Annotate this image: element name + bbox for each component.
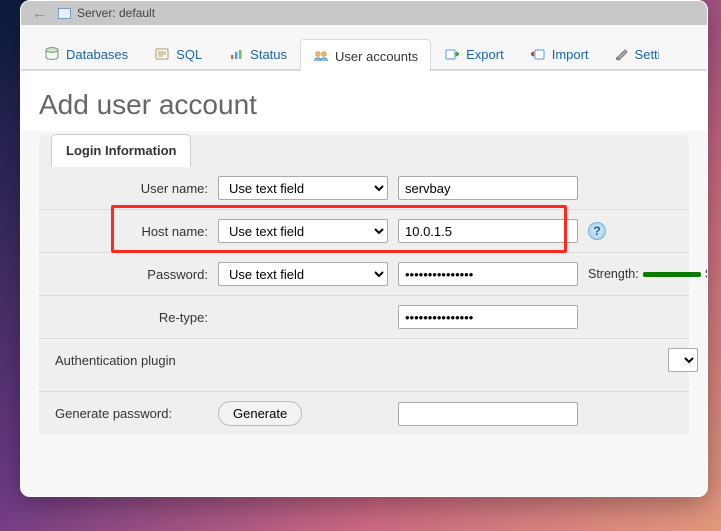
password-strength: Strength: Strong [588, 267, 708, 281]
username-input[interactable] [398, 176, 578, 200]
generated-password-input[interactable] [398, 402, 578, 426]
auth-plugin-label: Authentication plugin [53, 353, 658, 368]
tab-settings[interactable]: Settings [602, 37, 660, 69]
row-password: Password: Use text field Strength: Stron… [39, 253, 689, 296]
help-icon[interactable]: ? [588, 222, 606, 240]
retype-input[interactable] [398, 305, 578, 329]
tab-label: SQL [176, 47, 202, 62]
settings-icon [615, 46, 629, 62]
username-label: User name: [53, 181, 208, 196]
strength-level: Strong [705, 267, 708, 281]
sql-icon [154, 46, 170, 62]
import-icon [530, 46, 546, 62]
tab-import[interactable]: Import [517, 37, 602, 69]
row-username: User name: Use text field [39, 167, 689, 210]
tab-label: Export [466, 47, 504, 62]
hostname-label: Host name: [53, 224, 208, 239]
row-retype: Re-type: [39, 296, 689, 339]
tab-label: Databases [66, 47, 128, 62]
strength-label: Strength: [588, 267, 639, 281]
export-icon [444, 46, 460, 62]
tab-label: Status [250, 47, 287, 62]
tab-status[interactable]: Status [215, 37, 300, 69]
server-label: Server: default [77, 6, 155, 20]
back-icon[interactable]: ← [29, 5, 50, 22]
auth-plugin-select[interactable]: Native MySQL authentication [668, 348, 698, 372]
tab-label: User accounts [335, 49, 418, 64]
user-accounts-icon [313, 48, 329, 64]
username-mode-select[interactable]: Use text field [218, 176, 388, 200]
fieldset-legend: Login Information [51, 134, 191, 167]
password-label: Password: [53, 267, 208, 282]
app-window: ← Server: default Databases SQL Status [20, 0, 708, 497]
row-auth-plugin: Authentication plugin Native MySQL authe… [39, 339, 689, 392]
server-icon [58, 8, 71, 19]
generate-button[interactable]: Generate [218, 401, 302, 426]
server-bar: ← Server: default [21, 1, 707, 25]
databases-icon [44, 46, 60, 62]
page-title: Add user account [39, 89, 689, 121]
status-icon [228, 46, 244, 62]
tab-export[interactable]: Export [431, 37, 517, 69]
retype-label: Re-type: [53, 310, 208, 325]
hostname-mode-select[interactable]: Use text field [218, 219, 388, 243]
tab-label: Import [552, 47, 589, 62]
password-input[interactable] [398, 262, 578, 286]
row-generate: Generate password: Generate [39, 392, 689, 435]
strength-meter [643, 272, 701, 277]
top-tabs: Databases SQL Status User accounts Expor… [21, 25, 707, 71]
hostname-input[interactable] [398, 219, 578, 243]
tab-user-accounts[interactable]: User accounts [300, 39, 431, 71]
tab-sql[interactable]: SQL [141, 37, 215, 69]
generate-label: Generate password: [53, 406, 208, 421]
page-header: Add user account [21, 71, 707, 131]
tab-label: Settings [635, 47, 660, 62]
login-information-fieldset: Login Information User name: Use text fi… [39, 135, 689, 435]
tab-databases[interactable]: Databases [31, 37, 141, 69]
password-mode-select[interactable]: Use text field [218, 262, 388, 286]
row-hostname: Host name: Use text field ? [39, 210, 689, 253]
